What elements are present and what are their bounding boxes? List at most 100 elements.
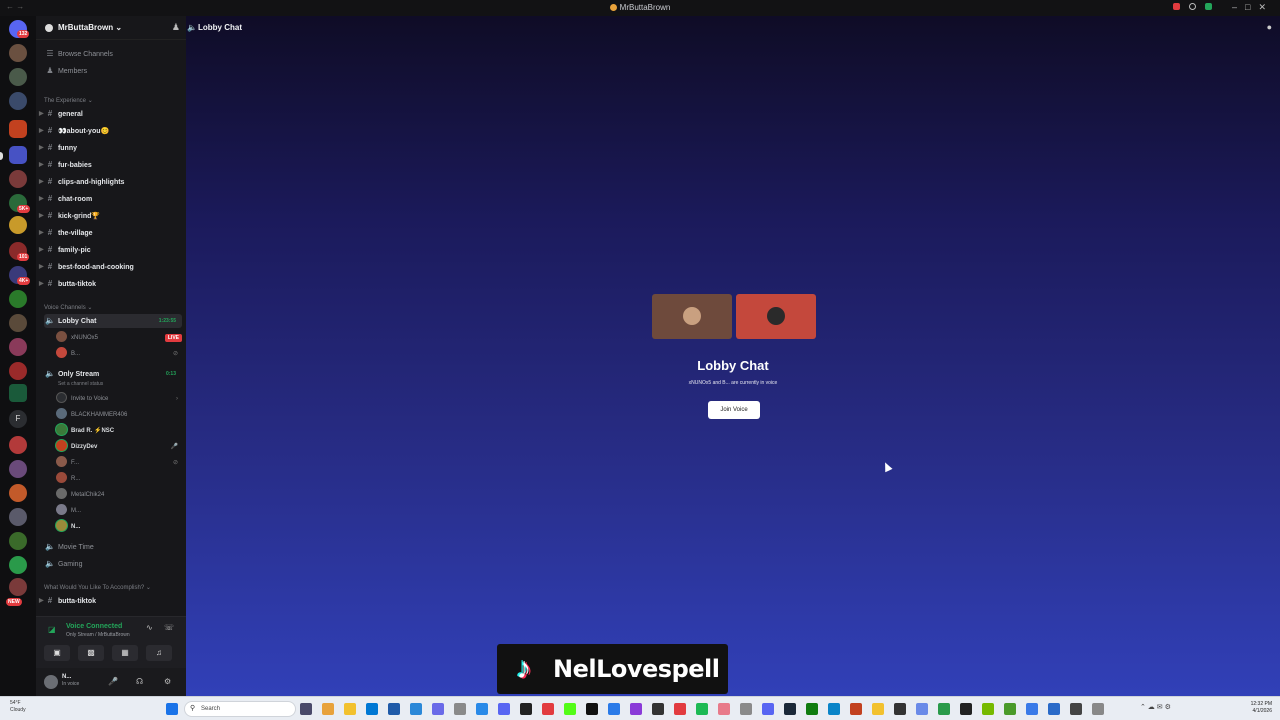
voice-user[interactable]: xNUNOx5 LIVE	[56, 330, 182, 346]
taskview-icon[interactable]	[300, 703, 312, 715]
app-icon[interactable]	[630, 703, 642, 715]
clock[interactable]: 12:32 PM 4/1/2026	[1251, 701, 1272, 715]
chat-bubble-icon[interactable]: ●	[1267, 22, 1272, 32]
voice-user[interactable]: F... ⊘	[56, 455, 182, 471]
channel-family-pic[interactable]: ▶ # family-pic	[39, 243, 182, 257]
steam-icon[interactable]	[784, 703, 796, 715]
channel-funny[interactable]: ▶ # funny	[39, 141, 182, 155]
app-icon[interactable]	[476, 703, 488, 715]
channel-butta-tiktok-2[interactable]: ▶ # butta-tiktok	[39, 594, 182, 608]
edge-icon[interactable]	[828, 703, 840, 715]
channel-status[interactable]: Set a channel status	[58, 381, 103, 387]
join-voice-button[interactable]: Join Voice	[708, 401, 760, 419]
discord-icon[interactable]	[498, 703, 510, 715]
server-icon[interactable]	[9, 290, 27, 308]
app-icon[interactable]	[1092, 703, 1104, 715]
channel-kick-grind[interactable]: ▶ # kick-grind🏆	[39, 209, 182, 223]
system-tray-icons[interactable]: ⌃ ☁ ✉ ⚙	[1140, 703, 1200, 715]
voice-user[interactable]: DizzyDev 🎤	[56, 439, 182, 455]
app-icon[interactable]	[916, 703, 928, 715]
app-icon[interactable]	[894, 703, 906, 715]
gear-icon[interactable]: ⚙	[164, 677, 171, 686]
app-icon[interactable]	[1048, 703, 1060, 715]
app-icon[interactable]	[1070, 703, 1082, 715]
add-member-icon[interactable]: ♟	[172, 22, 180, 33]
voice-channel-only-stream[interactable]: 🔈 Only Stream 0:13	[44, 367, 182, 381]
server-icon[interactable]	[9, 508, 27, 526]
voice-user[interactable]: N...	[56, 519, 182, 535]
folder-icon[interactable]	[9, 146, 27, 164]
inbox-icon[interactable]	[1173, 3, 1180, 10]
channel-clips[interactable]: ▶ # clips-and-highlights	[39, 175, 182, 189]
category-header[interactable]: Voice Channels ⌄	[44, 304, 92, 311]
voice-user[interactable]: B... ⊘	[56, 346, 182, 362]
explorer-icon[interactable]	[344, 703, 356, 715]
server-icon[interactable]	[9, 44, 27, 62]
voice-user[interactable]: MetalChik24	[56, 487, 182, 503]
app-icon[interactable]	[586, 703, 598, 715]
server-icon[interactable]	[9, 68, 27, 86]
channel-chat-room[interactable]: ▶ # chat-room	[39, 192, 182, 206]
channel-best-food[interactable]: ▶ # best-food-and-cooking	[39, 260, 182, 274]
members-link[interactable]: ♟ Members	[44, 64, 182, 78]
voice-user[interactable]: M...	[56, 503, 182, 519]
server-icon[interactable]	[9, 578, 27, 596]
browse-channels[interactable]: ☰ Browse Channels	[44, 47, 182, 61]
server-icon[interactable]	[9, 556, 27, 574]
xbox-icon[interactable]	[806, 703, 818, 715]
invite-to-voice[interactable]: Invite to Voice ›	[56, 391, 182, 407]
voice-status[interactable]: Voice Connected	[66, 623, 122, 630]
server-icon[interactable]	[9, 532, 27, 550]
avatar[interactable]	[44, 675, 58, 689]
app-icon[interactable]	[850, 703, 862, 715]
app-icon[interactable]	[960, 703, 972, 715]
voice-channel-movie-time[interactable]: 🔈 Movie Time	[44, 540, 182, 554]
username[interactable]: N...	[62, 674, 71, 680]
signal-icon[interactable]: ◪	[48, 625, 56, 634]
app-icon[interactable]	[740, 703, 752, 715]
server-icon[interactable]	[9, 338, 27, 356]
start-icon[interactable]	[166, 703, 178, 715]
app-icon[interactable]	[718, 703, 730, 715]
voice-user[interactable]: BLACKHAMMER406	[56, 407, 182, 423]
voice-user[interactable]: Brad R. ⚡NSC	[56, 423, 182, 439]
server-header[interactable]: MrButtaBrown ⌄ ♟	[36, 16, 186, 40]
app-icon[interactable]	[1004, 703, 1016, 715]
channel-the-village[interactable]: ▶ # the-village	[39, 226, 182, 240]
app-icon[interactable]	[520, 703, 532, 715]
activities-button[interactable]: ▦	[112, 645, 138, 661]
app-icon[interactable]	[366, 703, 378, 715]
server-icon[interactable]	[9, 170, 27, 188]
window-controls[interactable]: –□✕	[1232, 2, 1274, 13]
spotify-icon[interactable]	[696, 703, 708, 715]
voice-user[interactable]: R...	[56, 471, 182, 487]
app-icon[interactable]	[454, 703, 466, 715]
weather-widget[interactable]: 54°F Cloudy	[10, 700, 26, 714]
category-header[interactable]: The Experience ⌄	[44, 97, 93, 104]
noise-suppression-icon[interactable]: ∿	[146, 623, 153, 632]
app-icon[interactable]	[652, 703, 664, 715]
category-header[interactable]: What Would You Like To Accomplish? ⌄	[44, 584, 151, 591]
camera-button[interactable]: ▣	[44, 645, 70, 661]
server-icon[interactable]	[9, 92, 27, 110]
channel-butta-tiktok[interactable]: ▶ # butta-tiktok	[39, 277, 182, 291]
channel-general[interactable]: ▶ # general	[39, 107, 182, 121]
screen-share-button[interactable]: ▩	[78, 645, 104, 661]
discord-icon[interactable]	[762, 703, 774, 715]
youtube-icon[interactable]	[674, 703, 686, 715]
server-icon[interactable]	[9, 216, 27, 234]
voice-location[interactable]: Only Stream / MrButtaBrown	[66, 632, 130, 638]
server-icon[interactable]	[9, 120, 27, 138]
server-icon[interactable]	[9, 362, 27, 380]
app-icon[interactable]	[608, 703, 620, 715]
search-input[interactable]: ⚲ Search	[184, 701, 296, 717]
app-icon[interactable]	[1026, 703, 1038, 715]
participant-tile[interactable]	[652, 294, 732, 339]
download-icon[interactable]	[1205, 3, 1212, 10]
server-icon[interactable]	[9, 384, 27, 402]
app-icon[interactable]	[322, 703, 334, 715]
disconnect-icon[interactable]: ☏	[164, 623, 174, 632]
headphones-icon[interactable]: ☊	[136, 677, 143, 686]
voice-channel-gaming[interactable]: 🔈 Gaming	[44, 557, 182, 571]
help-icon[interactable]	[1189, 3, 1196, 10]
